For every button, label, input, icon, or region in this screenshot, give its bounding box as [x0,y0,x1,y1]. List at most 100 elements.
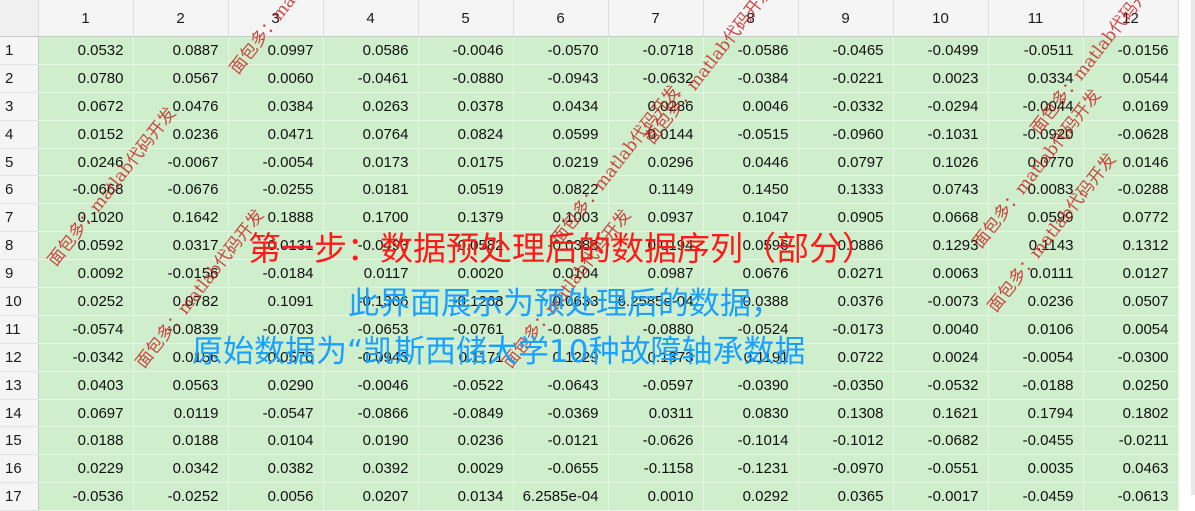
table-cell[interactable]: 0.0887 [133,36,229,65]
table-cell[interactable]: -0.0574 [38,315,134,344]
table-cell[interactable]: 0.0586 [323,36,419,65]
table-cell[interactable]: 0.0023 [893,64,989,93]
table-cell[interactable]: 0.0054 [1083,315,1179,344]
table-cell[interactable]: 0.0596 [703,231,799,261]
table-cell[interactable]: 0.0886 [798,231,894,261]
table-cell[interactable]: 0.0024 [893,343,989,372]
table-cell[interactable]: -0.0511 [988,36,1084,65]
table-cell[interactable]: 0.1143 [988,231,1084,261]
row-header[interactable]: 10 [0,287,39,316]
table-cell[interactable]: -0.0547 [228,399,324,428]
table-cell[interactable]: 0.1333 [798,175,894,205]
table-cell[interactable]: -0.0718 [608,36,704,65]
table-cell[interactable]: 0.0599 [988,203,1084,233]
table-cell[interactable]: 0.0152 [38,120,134,149]
table-cell[interactable]: 0.0131 [228,231,324,261]
table-cell[interactable]: -0.0866 [323,399,419,428]
table-cell[interactable]: 0.0194 [608,231,704,261]
table-cell[interactable]: 0.0271 [798,259,894,289]
row-header[interactable]: 8 [0,231,39,261]
row-header[interactable]: 3 [0,92,39,121]
table-cell[interactable]: -0.0046 [418,36,514,65]
table-cell[interactable]: -0.0582 [418,231,514,261]
table-cell[interactable]: -0.0388 [513,231,609,261]
table-cell[interactable]: -0.0350 [798,371,894,400]
table-cell[interactable]: -0.0465 [798,36,894,65]
table-cell[interactable]: -0.0570 [513,36,609,65]
table-cell[interactable]: 0.0083 [988,175,1084,205]
row-header[interactable]: 4 [0,120,39,149]
table-cell[interactable]: -0.0342 [38,343,134,372]
table-cell[interactable]: -0.1014 [703,426,799,456]
table-cell[interactable]: 0.0236 [988,287,1084,316]
column-header[interactable]: 2 [133,0,229,37]
table-cell[interactable]: -0.0461 [323,64,419,93]
table-cell[interactable]: 0.0236 [418,426,514,456]
table-cell[interactable]: 0.0782 [133,287,229,316]
table-cell[interactable]: 0.0046 [703,92,799,121]
table-cell[interactable]: -0.0493 [323,231,419,261]
row-header[interactable]: 6 [0,175,39,205]
table-cell[interactable]: -0.0459 [988,482,1084,511]
table-cell[interactable]: -0.0626 [608,426,704,456]
row-header[interactable]: 17 [0,482,39,511]
table-cell[interactable]: -0.0184 [228,259,324,289]
row-header[interactable]: 14 [0,399,39,428]
column-header[interactable]: 5 [418,0,514,37]
table-cell[interactable]: 0.0119 [133,399,229,428]
table-cell[interactable]: -0.0390 [703,371,799,400]
row-header[interactable]: 1 [0,36,39,65]
column-header[interactable]: 4 [323,0,419,37]
table-cell[interactable]: 0.0286 [608,92,704,121]
table-cell[interactable]: 0.1091 [228,287,324,316]
table-cell[interactable]: 0.0592 [38,231,134,261]
table-cell[interactable]: -0.0522 [418,371,514,400]
table-cell[interactable]: -0.0369 [513,399,609,428]
table-cell[interactable]: 0.1229 [513,343,609,372]
table-cell[interactable]: 0.0507 [1083,287,1179,316]
table-cell[interactable]: 0.0035 [988,454,1084,484]
table-cell[interactable]: -0.0288 [1083,175,1179,205]
table-cell[interactable]: 0.0334 [988,64,1084,93]
table-cell[interactable]: 0.1888 [228,203,324,233]
table-cell[interactable]: -0.1268 [418,287,514,316]
table-cell[interactable]: 0.1794 [988,399,1084,428]
table-cell[interactable]: 0.0040 [893,315,989,344]
row-header[interactable]: 11 [0,315,39,344]
table-cell[interactable]: 0.0252 [38,287,134,316]
table-cell[interactable]: 0.0403 [38,371,134,400]
table-cell[interactable]: 0.0175 [418,148,514,177]
table-cell[interactable]: 0.0830 [703,399,799,428]
table-cell[interactable]: -0.0073 [893,287,989,316]
column-header[interactable]: 11 [988,0,1084,37]
table-cell[interactable]: -0.0960 [798,120,894,149]
table-cell[interactable]: 0.1293 [893,231,989,261]
table-cell[interactable]: 0.0722 [798,343,894,372]
table-cell[interactable]: 0.1642 [133,203,229,233]
table-cell[interactable]: 0.0633 [513,287,609,316]
column-header[interactable]: 6 [513,0,609,37]
column-header[interactable]: 10 [893,0,989,37]
table-cell[interactable]: 0.0532 [38,36,134,65]
table-cell[interactable]: 0.0127 [1083,259,1179,289]
table-cell[interactable]: 0.0060 [228,64,324,93]
table-cell[interactable]: -0.0332 [798,92,894,121]
table-cell[interactable]: 0.1149 [608,175,704,205]
table-cell[interactable]: -0.0188 [988,371,1084,400]
table-cell[interactable]: 0.0822 [513,175,609,205]
table-cell[interactable]: -0.1306 [323,287,419,316]
table-cell[interactable]: 0.1621 [893,399,989,428]
column-header[interactable]: 8 [703,0,799,37]
table-cell[interactable]: -0.0044 [988,92,1084,121]
table-cell[interactable]: 0.0780 [38,64,134,93]
row-header[interactable]: 15 [0,426,39,456]
corner-cell[interactable] [0,0,39,37]
table-cell[interactable]: -0.0703 [228,315,324,344]
column-header[interactable]: 1 [38,0,134,37]
table-cell[interactable]: 0.1312 [1083,231,1179,261]
table-cell[interactable]: 0.0250 [1083,371,1179,400]
table-cell[interactable]: 0.0104 [228,426,324,456]
table-cell[interactable]: 0.0207 [323,482,419,511]
table-cell[interactable]: 0.0029 [418,454,514,484]
table-cell[interactable]: -0.0943 [513,64,609,93]
